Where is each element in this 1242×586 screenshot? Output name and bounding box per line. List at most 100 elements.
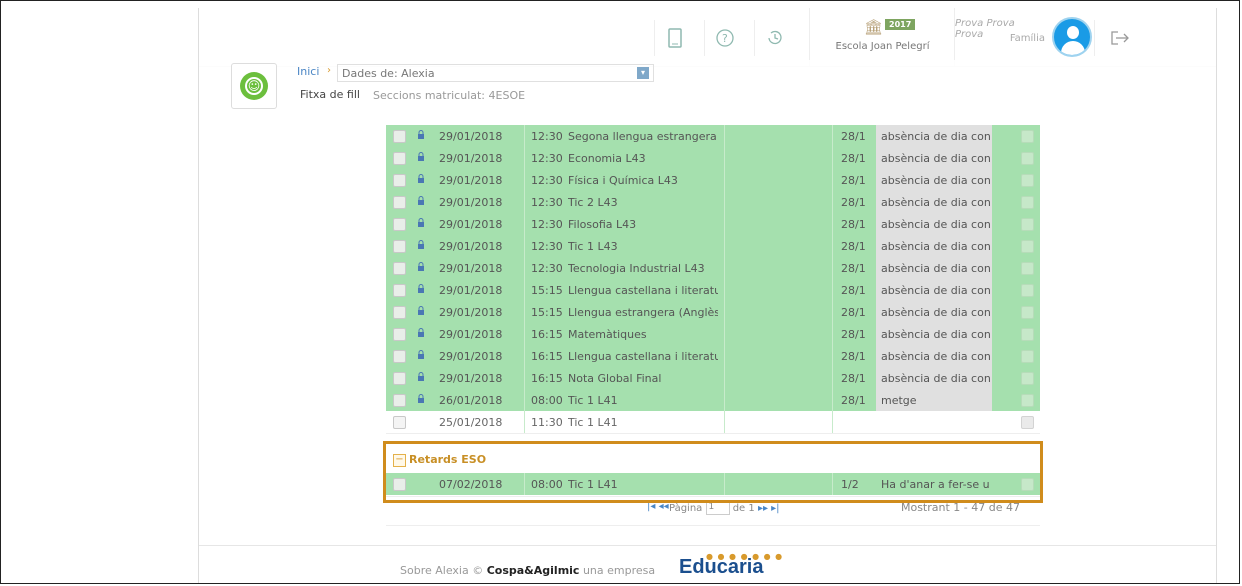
row-justify-checkbox[interactable] [1021,195,1034,209]
row-time: 08:00 [531,393,563,407]
row-justify-checkbox[interactable] [1021,261,1034,275]
row-checkbox[interactable] [393,283,406,297]
school-selector[interactable]: 🏛 2017 Escola Joan Pelegrí [809,8,955,66]
lock-icon [417,152,425,164]
history-icon[interactable] [754,20,795,56]
table-row[interactable]: 29/01/2018 12:30 Tecnologia Industrial L43… [386,257,1040,279]
row-day: 28/1 [841,239,866,253]
lock-icon [417,284,425,296]
footer-about[interactable]: Sobre Alexia © [400,564,483,577]
row-checkbox[interactable] [393,327,406,341]
row-subject: Economia L43 [568,151,646,165]
page-label: Pàgina [669,503,703,514]
row-checkbox[interactable] [393,217,406,231]
lock-icon [417,262,425,274]
user-menu[interactable]: Prova Prova Prova Família [954,8,1095,66]
next-last-page-icon[interactable]: ▸▸ ▸| [758,503,780,514]
table-row[interactable]: 26/01/2018 08:00 Tic 1 L41 28/1 metge [386,389,1040,411]
table-row[interactable]: 29/01/2018 16:15 Llengua castellana i lite… [386,345,1040,367]
row-time: 12:30 [531,129,563,143]
logout-icon[interactable] [1094,20,1145,56]
row-reason: absència de dia con [876,235,992,257]
row-date: 29/01/2018 [439,371,503,385]
table-row[interactable]: 25/01/2018 11:30 Tic 1 L41 [386,411,1040,434]
row-day: 28/1 [841,349,866,363]
row-reason: absència de dia con [876,147,992,169]
row-reason: metge [876,389,992,411]
row-day: 28/1 [841,195,866,209]
brand-logo[interactable]: Educaria [679,556,763,579]
row-day: 28/1 [841,327,866,341]
row-justify-checkbox[interactable] [1021,415,1034,429]
row-checkbox[interactable] [393,239,406,253]
row-reason: absència de dia con [876,345,992,367]
dropdown-icon[interactable]: ▾ [637,67,649,79]
row-checkbox[interactable] [393,129,406,143]
row-subject: Filosofia L43 [568,217,637,231]
row-checkbox[interactable] [393,261,406,275]
row-justify-checkbox[interactable] [1021,371,1034,385]
tablet-icon[interactable] [654,20,695,56]
total-pages: 1 [748,503,755,514]
row-time: 12:30 [531,261,563,275]
row-subject: Tic 1 L43 [568,239,618,253]
accessibility-button[interactable]: ☺ [231,63,277,109]
row-reason: absència de dia con [876,125,992,147]
table-row[interactable]: 29/01/2018 12:30 Economia L43 28/1 absència … [386,147,1040,169]
table-row[interactable]: 29/01/2018 16:15 Matemàtiques 28/1 absència … [386,323,1040,345]
row-date: 26/01/2018 [439,393,503,407]
table-row[interactable]: 29/01/2018 12:30 Tic 2 L43 28/1 absència de … [386,191,1040,213]
row-reason: absència de dia con [876,257,992,279]
row-checkbox[interactable] [393,415,406,429]
table-row[interactable]: 29/01/2018 15:15 Llengua estrangera (Anglè… [386,301,1040,323]
lock-icon [417,394,425,406]
table-row[interactable]: 29/01/2018 12:30 Segona llengua estrangera… [386,125,1040,147]
row-checkbox[interactable] [393,173,406,187]
row-justify-checkbox[interactable] [1021,151,1034,165]
table-row[interactable]: 29/01/2018 12:30 Tic 1 L43 28/1 absència de … [386,235,1040,257]
row-checkbox[interactable] [393,195,406,209]
footer: Sobre Alexia © Cospa&Agilmic una empresa… [199,545,1216,583]
row-justify-checkbox[interactable] [1021,239,1034,253]
row-justify-checkbox[interactable] [1021,217,1034,231]
table-row[interactable]: 29/01/2018 12:30 Física i Química L43 28/1 a… [386,169,1040,191]
page-input[interactable]: 1 [705,501,730,515]
row-checkbox[interactable] [393,151,406,165]
lock-icon [417,174,425,186]
row-justify-checkbox[interactable] [1021,349,1034,363]
row-checkbox[interactable] [393,371,406,385]
lock-icon [417,196,425,208]
row-reason: absència de dia con [876,323,992,345]
top-header: ? 🏛 2017 Escola Joan Pelegrí Prova Prova… [199,8,1216,67]
help-icon[interactable]: ? [704,20,745,56]
school-name: Escola Joan Pelegrí [835,41,930,52]
table-row[interactable]: 29/01/2018 16:15 Nota Global Final 28/1 absè… [386,367,1040,389]
row-date: 29/01/2018 [439,129,503,143]
row-justify-checkbox[interactable] [1021,129,1034,143]
row-date: 29/01/2018 [439,261,503,275]
row-justify-checkbox[interactable] [1021,305,1034,319]
bank-icon: 🏛 [864,18,884,36]
row-subject: Llengua castellana i literatu [568,283,718,297]
row-justify-checkbox[interactable] [1021,327,1034,341]
table-row[interactable]: 29/01/2018 12:30 Filosofia L43 28/1 absència… [386,213,1040,235]
row-date: 29/01/2018 [439,305,503,319]
row-subject: Segona llengua estrangera: [568,129,718,143]
browser-frame: ? 🏛 2017 Escola Joan Pelegrí Prova Prova… [0,0,1240,584]
row-checkbox[interactable] [393,305,406,319]
row-reason: absència de dia con [876,367,992,389]
row-justify-checkbox[interactable] [1021,283,1034,297]
row-subject: Llengua castellana i literatu [568,349,718,363]
row-date: 29/01/2018 [439,195,503,209]
row-reason: absència de dia con [876,213,992,235]
row-reason: absència de dia con [876,279,992,301]
table-row[interactable]: 29/01/2018 15:15 Llengua castellana i lite… [386,279,1040,301]
row-checkbox[interactable] [393,349,406,363]
user-role: Família [1009,33,1045,44]
student-selector[interactable]: Dades de: Alexia ▾ [337,64,654,82]
row-justify-checkbox[interactable] [1021,393,1034,407]
row-justify-checkbox[interactable] [1021,173,1034,187]
breadcrumb-home[interactable]: Inici [297,65,319,78]
user-avatar[interactable] [1052,17,1092,57]
row-checkbox[interactable] [393,393,406,407]
